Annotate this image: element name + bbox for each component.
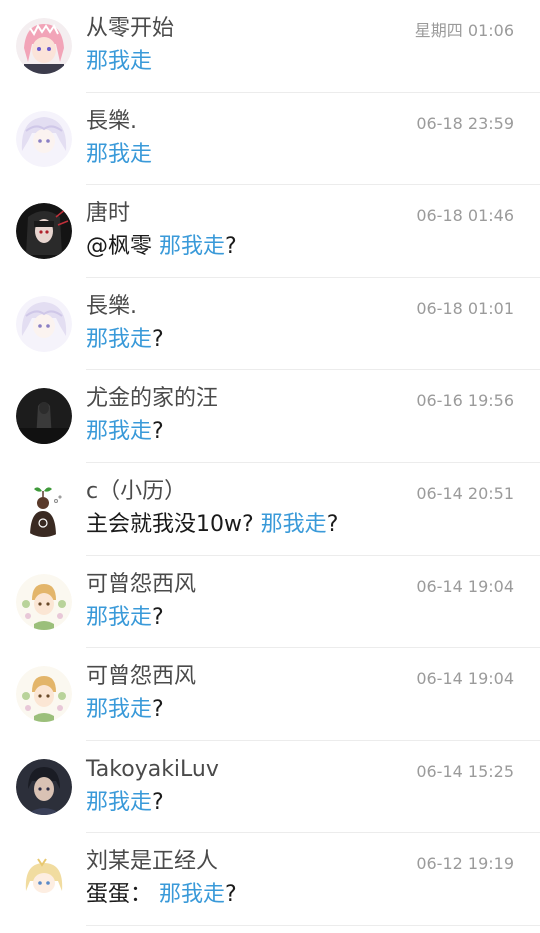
timestamp: 星期四 01:06: [414, 21, 514, 40]
message-suffix: ?: [152, 789, 164, 815]
message-link[interactable]: 那我走: [261, 512, 327, 537]
white-hair-anime-avatar[interactable]: [16, 295, 72, 352]
message-row[interactable]: 長樂. 06-18 23:59 那我走: [0, 93, 540, 186]
timestamp: 06-18 01:46: [416, 206, 514, 226]
message-text: 那我走?: [86, 788, 164, 818]
timestamp: 06-18 23:59: [416, 113, 514, 133]
sender-name: 長樂.: [86, 293, 137, 319]
blond-chibi-girl-avatar[interactable]: [16, 851, 72, 908]
message-row[interactable]: 長樂. 06-18 01:01 那我走?: [0, 278, 540, 371]
message-text: 那我走: [86, 47, 152, 77]
message-text: 主会就我没10w? 那我走?: [86, 510, 338, 540]
message-row[interactable]: 尤金的家的汪 06-16 19:56 那我走?: [0, 370, 540, 463]
message-text: 蛋蛋： 那我走?: [86, 880, 237, 910]
message-link[interactable]: 那我走: [86, 790, 152, 815]
message-prefix: 蛋蛋：: [86, 882, 159, 908]
blond-boy-flowers-avatar[interactable]: [16, 666, 72, 723]
message-prefix: @枫零: [86, 234, 159, 260]
timestamp: 06-14 20:51: [416, 483, 514, 503]
message-suffix: ?: [225, 882, 237, 908]
timestamp: 06-16 19:56: [416, 391, 514, 411]
message-text: 那我走?: [86, 603, 164, 633]
sender-name: TakoyakiLuv: [86, 756, 219, 782]
message-link[interactable]: 那我走: [86, 419, 152, 444]
message-text: 那我走: [86, 140, 152, 170]
sender-name: 可曾怨西风: [86, 571, 197, 597]
message-prefix: 主会就我没10w?: [86, 511, 261, 537]
timestamp: 06-14 19:04: [416, 669, 514, 689]
message-link[interactable]: 那我走: [159, 882, 225, 907]
message-text: 那我走?: [86, 325, 164, 355]
dark-hair-boy-avatar[interactable]: [16, 758, 72, 815]
message-list: 从零开始 星期四 01:06 那我走 長樂. 06-18 23:59 那我走 唐…: [0, 0, 540, 933]
message-row[interactable]: 可曾怨西风 06-14 19:04 那我走?: [0, 556, 540, 649]
message-suffix: ?: [152, 326, 164, 352]
message-link[interactable]: 那我走: [86, 49, 152, 74]
message-row[interactable]: 从零开始 星期四 01:06 那我走: [0, 0, 540, 93]
message-link[interactable]: 那我走: [86, 142, 152, 167]
message-suffix: ?: [152, 697, 164, 723]
blond-boy-flowers-avatar[interactable]: [16, 573, 72, 630]
sender-name: 从零开始: [86, 16, 175, 41]
sender-name: 唐时: [86, 201, 131, 227]
message-row[interactable]: c（小历） 06-14 20:51 主会就我没10w? 那我走?: [0, 463, 540, 556]
dark-hooded-figure-avatar[interactable]: [16, 388, 72, 445]
message-suffix: ?: [152, 604, 164, 630]
pink-hair-anime-avatar[interactable]: [16, 18, 72, 74]
white-hair-anime-avatar[interactable]: [16, 110, 72, 167]
sender-name: c（小历）: [86, 478, 187, 504]
message-link[interactable]: 那我走: [159, 234, 225, 259]
message-row[interactable]: 刘某是正经人 06-12 19:19 蛋蛋： 那我走?: [0, 833, 540, 926]
sender-name: 可曾怨西风: [86, 664, 197, 690]
message-link[interactable]: 那我走: [86, 697, 152, 722]
message-text: 那我走?: [86, 695, 164, 725]
message-link[interactable]: 那我走: [86, 327, 152, 352]
dark-hair-girl-avatar[interactable]: [16, 203, 72, 260]
sprout-head-character-avatar[interactable]: [16, 480, 72, 537]
timestamp: 06-14 15:25: [416, 761, 514, 781]
message-link[interactable]: 那我走: [86, 605, 152, 630]
message-row[interactable]: TakoyakiLuv 06-14 15:25 那我走?: [0, 741, 540, 834]
sender-name: 長樂.: [86, 108, 137, 134]
sender-name: 尤金的家的汪: [86, 386, 219, 412]
message-suffix: ?: [326, 511, 339, 537]
message-row[interactable]: 可曾怨西风 06-14 19:04 那我走?: [0, 648, 540, 741]
message-row[interactable]: 唐时 06-18 01:46 @枫零 那我走?: [0, 185, 540, 278]
timestamp: 06-18 01:01: [416, 298, 514, 318]
message-suffix: ?: [152, 419, 164, 445]
sender-name: 刘某是正经人: [86, 849, 219, 875]
message-text: 那我走?: [86, 417, 164, 447]
message-suffix: ?: [225, 234, 237, 260]
timestamp: 06-14 19:04: [416, 576, 514, 596]
message-text: @枫零 那我走?: [86, 232, 237, 262]
timestamp: 06-12 19:19: [416, 854, 514, 874]
